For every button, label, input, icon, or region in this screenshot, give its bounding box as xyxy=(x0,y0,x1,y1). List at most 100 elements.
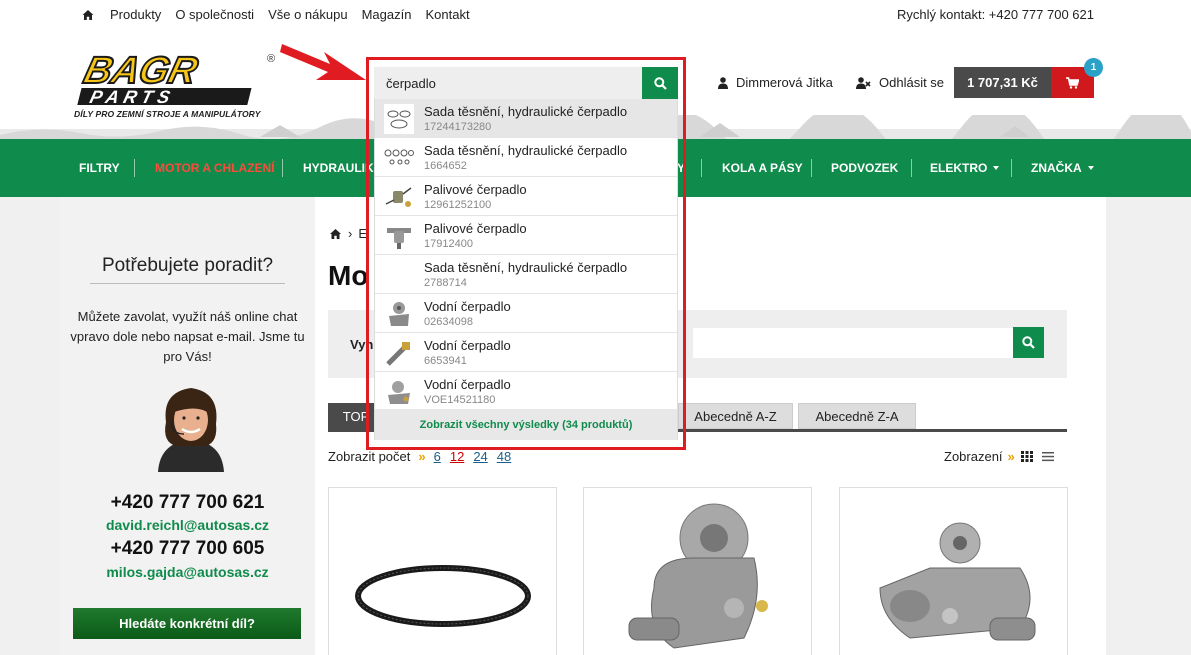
top-nav-magazin[interactable]: Magazín xyxy=(362,7,412,22)
product-card[interactable] xyxy=(839,487,1068,655)
nav-motor-a-chlazeni[interactable]: MOTOR A CHLAZENÍ xyxy=(155,139,275,197)
double-chevron-icon: » xyxy=(1007,449,1015,464)
page-size-selector: Zobrazit počet » 6 12 24 48 xyxy=(328,449,520,464)
top-nav-o-spolecnosti[interactable]: O společnosti xyxy=(175,7,254,22)
fuel-pump-thumbnail xyxy=(385,187,412,207)
nav-divider xyxy=(282,159,283,177)
product-card[interactable] xyxy=(583,487,812,655)
nav-filtry[interactable]: FILTRY xyxy=(79,139,120,197)
logout-link[interactable]: Odhlásit se xyxy=(856,75,944,90)
suggestion-code: 6653941 xyxy=(424,355,467,367)
page-size-label: Zobrazit počet xyxy=(328,449,411,464)
home-icon[interactable] xyxy=(329,228,342,240)
seal-kit-thumbnail xyxy=(384,149,414,165)
suggestion-name: Palivové čerpadlo xyxy=(424,221,527,236)
search-suggestions: Sada těsnění, hydraulické čerpadlo 17244… xyxy=(374,99,678,440)
top-nav-kontakt[interactable]: Kontakt xyxy=(425,7,469,22)
suggestion-code: VOE14521180 xyxy=(424,394,496,406)
chevron-down-icon xyxy=(1087,166,1094,170)
sidebar-title: Potřebujete poradit? xyxy=(101,255,274,276)
water-pump-thumbnail xyxy=(388,381,410,404)
view-mode-selector: Zobrazení » xyxy=(944,449,1054,464)
product-card[interactable] xyxy=(328,487,557,655)
view-label: Zobrazení xyxy=(944,449,1003,464)
suggestion-code: 12961252100 xyxy=(424,199,492,211)
chevron-down-icon xyxy=(993,166,1000,170)
sidebar-text: Můžete zavolat, využít náš online chat v… xyxy=(70,309,305,364)
double-chevron-icon: » xyxy=(418,449,426,464)
suggestion-name: Sada těsnění, hydraulické čerpadlo xyxy=(424,260,628,275)
shopping-cart-icon xyxy=(1066,76,1079,89)
category-search-button[interactable] xyxy=(1013,327,1044,358)
page-size-12[interactable]: 12 xyxy=(450,449,464,464)
top-nav: Produkty O společnosti Vše o nákupu Maga… xyxy=(82,7,484,22)
category-search-input[interactable] xyxy=(693,328,1026,358)
page-size-24[interactable]: 24 xyxy=(473,449,487,464)
suggestion-name: Vodní čerpadlo xyxy=(424,338,511,353)
sort-tab-a-z[interactable]: Abecedně A-Z xyxy=(678,403,793,429)
suggestion-item[interactable]: Vodní čerpadlo VOE14521180 xyxy=(375,372,677,411)
email-1[interactable]: david.reichl@autosas.cz xyxy=(60,517,315,533)
show-all-results-link[interactable]: Zobrazit všechny výsledky (34 produktů) xyxy=(375,409,677,440)
nav-divider xyxy=(911,159,912,177)
registered-mark: ® xyxy=(267,53,275,65)
water-pump-thumbnail xyxy=(389,302,409,326)
search-icon xyxy=(653,76,667,90)
nav-podvozek[interactable]: PODVOZEK xyxy=(831,139,898,197)
logo-parts-text: PARTS xyxy=(88,86,177,107)
support-agent-avatar xyxy=(158,388,224,472)
cart-button[interactable]: 1 707,31 Kč xyxy=(954,67,1094,98)
suggestion-code: 02634098 xyxy=(424,316,473,328)
suggestion-code: 17912400 xyxy=(424,238,473,250)
cart-amount: 1 707,31 Kč xyxy=(954,67,1051,98)
red-arrow-annotation xyxy=(280,44,366,80)
suggestion-item[interactable]: Palivové čerpadlo 12961252100 xyxy=(375,177,677,216)
logout-label: Odhlásit se xyxy=(879,75,945,90)
nav-kola-a-pasy[interactable]: KOLA A PÁSY xyxy=(722,139,803,197)
top-nav-vse-o-nakupu[interactable]: Vše o nákupu xyxy=(268,7,348,22)
seal-kit-thumbnail xyxy=(384,104,414,134)
phone-2[interactable]: +420 777 700 605 xyxy=(60,538,315,560)
top-nav-produkty[interactable]: Produkty xyxy=(110,7,161,22)
find-part-button[interactable]: Hledáte konkrétní díl? xyxy=(73,608,301,639)
page-size-6[interactable]: 6 xyxy=(434,449,441,464)
suggestion-item[interactable]: Sada těsnění, hydraulické čerpadlo 27887… xyxy=(375,255,677,294)
suggestion-name: Vodní čerpadlo xyxy=(424,299,511,314)
page-title: Mo xyxy=(328,260,369,291)
fuel-pump-thumbnail xyxy=(387,228,411,249)
user-remove-icon xyxy=(856,76,871,89)
cart-count-badge: 1 xyxy=(1084,58,1103,77)
user-account-link[interactable]: Dimmerová Jitka xyxy=(718,75,833,90)
suggestion-item[interactable]: Sada těsnění, hydraulické čerpadlo 16646… xyxy=(375,138,677,177)
nav-elektro[interactable]: ELEKTRO xyxy=(930,139,1000,197)
suggestion-item[interactable]: Palivové čerpadlo 17912400 xyxy=(375,216,677,255)
nav-divider xyxy=(1011,159,1012,177)
search-input[interactable] xyxy=(374,67,642,99)
phone-1[interactable]: +420 777 700 621 xyxy=(60,492,315,514)
suggestion-item[interactable]: Vodní čerpadlo 02634098 xyxy=(375,294,677,333)
nav-hydraulika[interactable]: HYDRAULIK xyxy=(303,139,374,197)
suggestion-code: 2788714 xyxy=(424,277,467,289)
sidebar-divider xyxy=(90,283,285,284)
user-icon xyxy=(718,76,728,89)
nav-elektro-label: ELEKTRO xyxy=(930,161,988,175)
suggestion-item[interactable]: Vodní čerpadlo 6653941 xyxy=(375,333,677,372)
suggestion-name: Sada těsnění, hydraulické čerpadlo xyxy=(424,143,628,158)
nav-znacka[interactable]: ZNAČKA xyxy=(1031,139,1094,197)
search-icon xyxy=(1022,336,1035,349)
page-size-48[interactable]: 48 xyxy=(497,449,511,464)
suggestion-code: 1664652 xyxy=(424,160,467,172)
suggestion-item[interactable]: Sada těsnění, hydraulické čerpadlo 17244… xyxy=(375,99,677,138)
page-gutter-right xyxy=(1106,197,1191,655)
grid-view-icon[interactable] xyxy=(1020,451,1033,462)
email-2[interactable]: milos.gajda@autosas.cz xyxy=(60,564,315,580)
top-bar: Produkty O společnosti Vše o nákupu Maga… xyxy=(0,0,1191,28)
logo-tagline: DÍLY PRO ZEMNÍ STROJE A MANIPULÁTORY xyxy=(74,109,261,119)
nav-divider xyxy=(701,159,702,177)
product-image-water-pump xyxy=(879,522,1036,641)
list-view-icon[interactable] xyxy=(1041,451,1054,462)
search-button[interactable] xyxy=(642,67,678,99)
home-icon[interactable] xyxy=(82,9,94,21)
sort-tab-z-a[interactable]: Abecedně Z-A xyxy=(798,403,916,429)
breadcrumb-separator: › xyxy=(348,226,353,241)
